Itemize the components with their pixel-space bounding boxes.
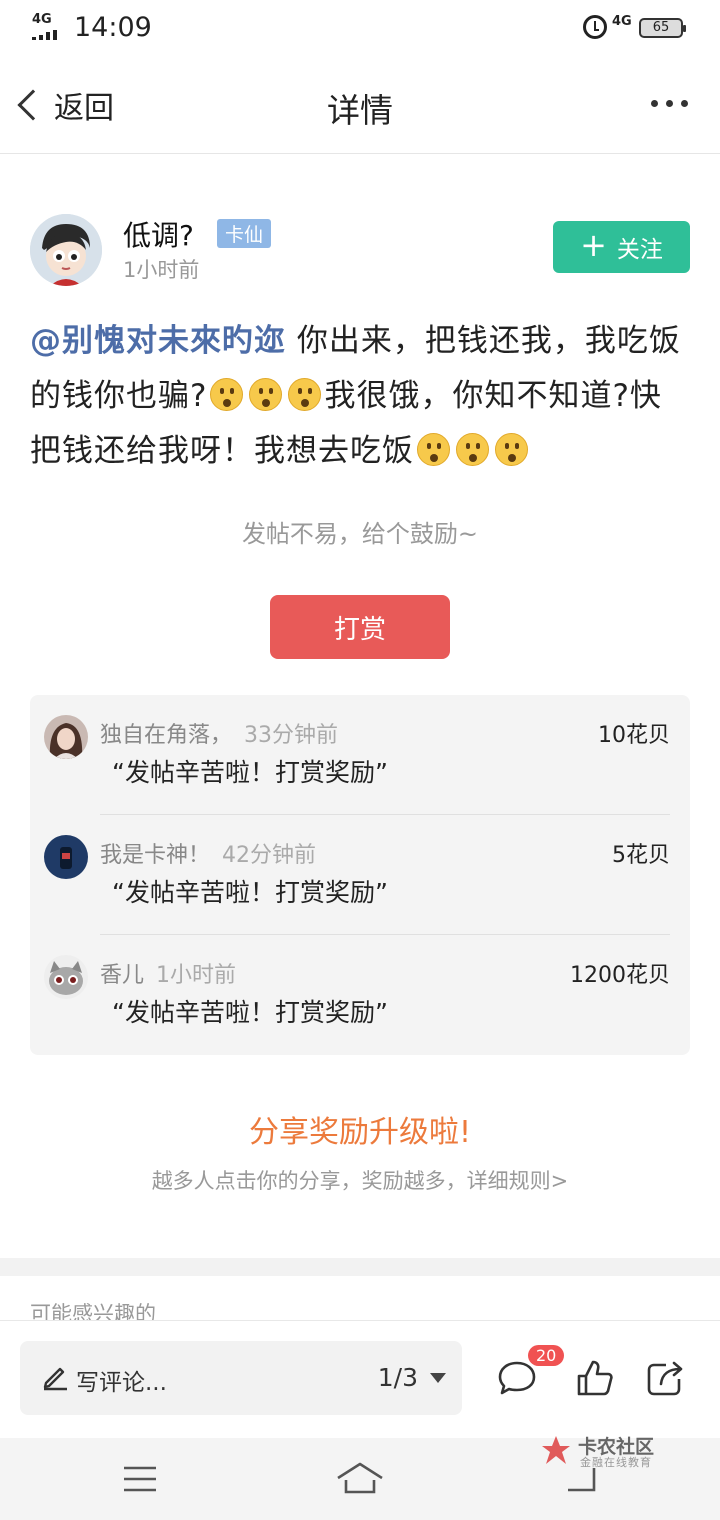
- worried-face-icon: [249, 378, 283, 411]
- more-options-icon[interactable]: [651, 100, 688, 107]
- reward-time: 42分钟前: [222, 843, 317, 868]
- comment-count-badge: 20: [528, 1345, 565, 1366]
- clock: 14:09: [74, 12, 152, 43]
- watermark-logo-icon: [542, 1436, 570, 1464]
- worried-face-icon: [495, 433, 528, 466]
- battery-icon: 65: [639, 18, 686, 38]
- nav-bar: 返回 详情: [0, 56, 720, 154]
- reward-user-name-text: 香儿: [100, 963, 145, 988]
- section-divider: [0, 1258, 720, 1276]
- reward-user-avatar[interactable]: [44, 715, 88, 759]
- tip-button[interactable]: 打赏: [270, 595, 450, 659]
- like-thumb-icon[interactable]: [574, 1357, 616, 1399]
- author-header: 低调? 卡仙 1小时前 + 关注: [30, 214, 690, 290]
- share-reward-title[interactable]: 分享奖励升级啦!: [0, 1107, 720, 1151]
- reward-user-name-text: 我是卡神！: [100, 843, 211, 868]
- alarm-icon: [583, 15, 607, 39]
- pen-icon: [43, 1367, 67, 1391]
- reward-item: 独自在角落， 33分钟前 10花贝 “发帖辛苦啦！打赏奖励”: [44, 695, 670, 815]
- reward-user-name-text: 独自在角落，: [100, 723, 233, 748]
- reward-message: “发帖辛苦啦！打赏奖励”: [112, 998, 388, 1027]
- reward-list: 独自在角落， 33分钟前 10花贝 “发帖辛苦啦！打赏奖励” 我是卡神！ 42分钟前…: [30, 695, 690, 1055]
- watermark-logo: 卡农社区 金融在线教育: [540, 1432, 670, 1472]
- author-level-badge: 卡仙: [217, 219, 272, 248]
- worried-face-icon: [288, 378, 322, 411]
- comment-input[interactable]: 写评论... 1/3: [20, 1341, 462, 1415]
- worried-face-icon: [210, 378, 244, 411]
- reward-user-name: 香儿 1小时前: [100, 957, 236, 989]
- reward-message: “发帖辛苦啦！打赏奖励”: [112, 758, 388, 787]
- author-avatar[interactable]: [30, 214, 102, 286]
- recommend-section-label: 可能感兴趣的: [30, 1302, 156, 1320]
- author-name[interactable]: 低调?: [123, 214, 194, 254]
- signal-icon: [32, 30, 62, 40]
- post-detail-screen: { "status_bar": { "network": "4G", "time…: [0, 0, 720, 1520]
- reward-user-avatar[interactable]: [44, 835, 88, 879]
- page-indicator[interactable]: 1/3: [378, 1363, 418, 1392]
- encourage-text: 发帖不易，给个鼓励~: [241, 520, 479, 548]
- reward-item: 香儿 1小时前 1200花贝 “发帖辛苦啦！打赏奖励”: [44, 935, 670, 1055]
- menu-icon[interactable]: [122, 1464, 158, 1494]
- share-rules-link[interactable]: 越多人点击你的分享，奖励越多，详细规则>: [0, 1165, 720, 1195]
- reward-user-name: 独自在角落， 33分钟前: [100, 717, 338, 749]
- watermark-subtext: 金融在线教育: [580, 1456, 652, 1469]
- reward-user-avatar[interactable]: [44, 955, 88, 999]
- reward-amount: 10花贝: [598, 723, 670, 748]
- reward-message: “发帖辛苦啦！打赏奖励”: [112, 878, 388, 907]
- home-icon[interactable]: [336, 1458, 384, 1494]
- reward-amount: 1200花贝: [570, 963, 670, 988]
- reward-time: 33分钟前: [244, 723, 339, 748]
- status-bar: 4G 14:09 4G 65: [0, 0, 720, 56]
- network-indicator: 4G: [32, 12, 52, 27]
- reward-time: 1小时前: [156, 963, 237, 988]
- follow-label: 关注: [616, 237, 663, 263]
- network-indicator-right: 4G: [612, 14, 632, 29]
- dropdown-caret-icon[interactable]: [430, 1373, 446, 1383]
- reward-user-name: 我是卡神！ 42分钟前: [100, 837, 316, 869]
- bottom-action-bar: 写评论... 1/3 20: [0, 1320, 720, 1438]
- post-time: 1小时前: [123, 258, 200, 282]
- plus-icon: +: [580, 226, 607, 264]
- page-title: 详情: [327, 91, 393, 130]
- reward-amount: 5花贝: [612, 843, 670, 868]
- worried-face-icon: [456, 433, 489, 466]
- mention-link[interactable]: @别愧对未來旳迩: [30, 323, 286, 359]
- comment-placeholder: 写评论...: [76, 1370, 167, 1396]
- worried-face-icon: [417, 433, 450, 466]
- share-icon[interactable]: [644, 1357, 686, 1399]
- post-content: @别愧对未來旳迩 你出来，把钱还我，我吃饭的钱你也骗? 我很饿，你知不知道?快把钱…: [30, 314, 692, 479]
- follow-button[interactable]: + 关注: [553, 221, 690, 273]
- reward-item: 我是卡神！ 42分钟前 5花贝 “发帖辛苦啦！打赏奖励”: [44, 815, 670, 935]
